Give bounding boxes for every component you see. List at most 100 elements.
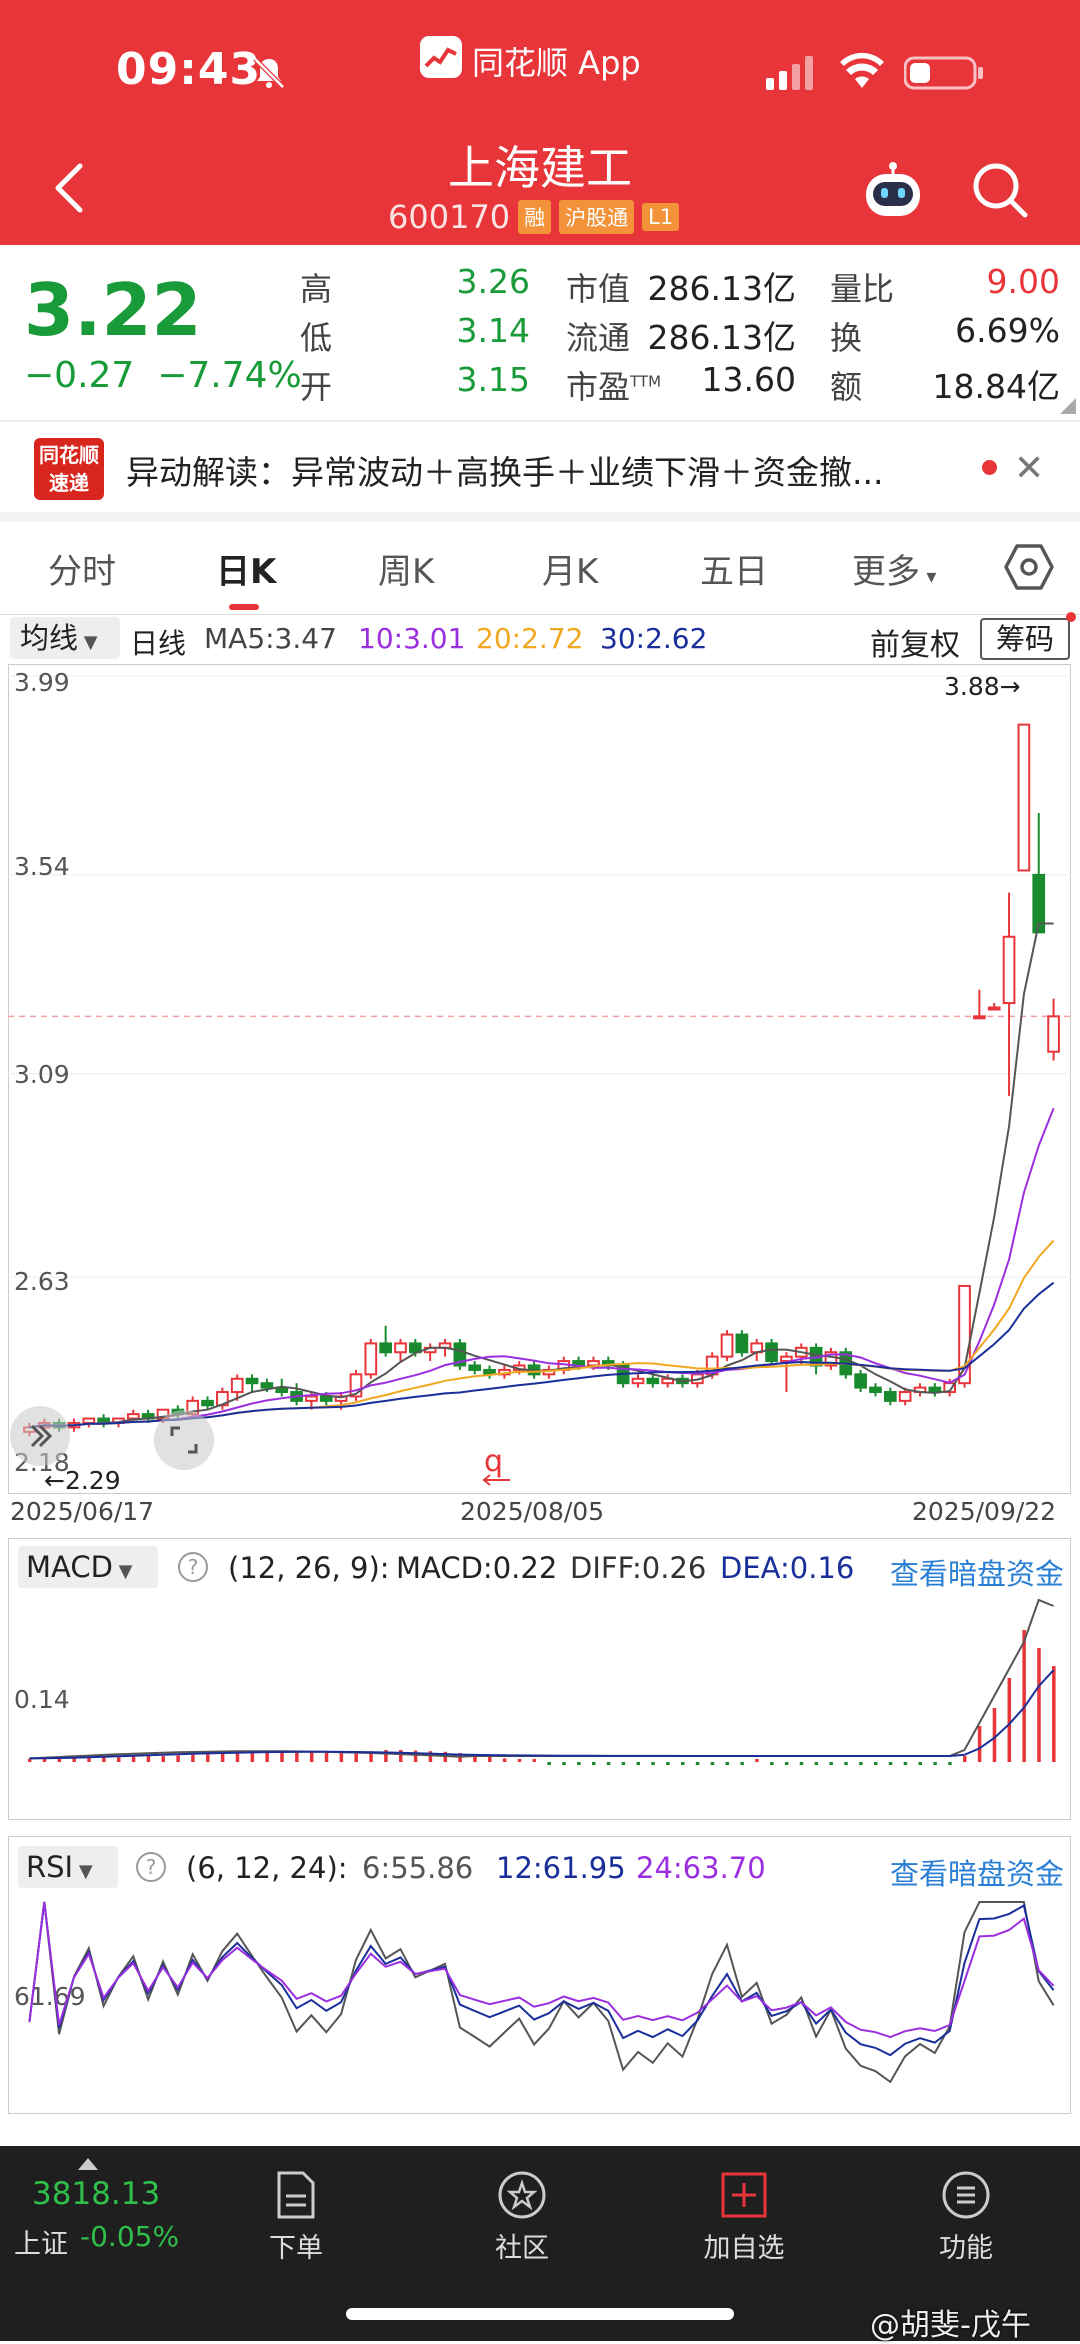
macd-params: (12, 26, 9): xyxy=(228,1551,390,1585)
macd-dea: DEA:0.16 xyxy=(720,1551,855,1585)
open-value: 3.15 xyxy=(456,360,530,399)
flash-news-logo: 同花顺 速递 xyxy=(34,438,104,500)
candle-body xyxy=(1002,935,1016,1005)
macd-bar xyxy=(532,1759,537,1762)
tab-more[interactable]: 更多 ▾ xyxy=(852,544,936,593)
active-tab-indicator xyxy=(229,604,259,610)
macd-bar xyxy=(992,1708,997,1762)
turnover-label: 换 xyxy=(830,319,863,357)
kline-chart[interactable] xyxy=(8,664,1071,1494)
search-icon[interactable] xyxy=(970,160,1030,220)
macd-bar xyxy=(770,1762,774,1765)
app-name[interactable]: 同花顺 App xyxy=(472,38,641,84)
macd-bar xyxy=(725,1762,730,1765)
rsi-selector[interactable]: RSI ▼ xyxy=(18,1846,118,1888)
macd-chart xyxy=(27,1598,1056,1765)
candle-body xyxy=(854,1373,867,1389)
candle-body xyxy=(898,1391,912,1402)
macd-bar xyxy=(324,1753,329,1762)
macd-bar xyxy=(1007,1678,1012,1762)
index-pct: -0.05% xyxy=(80,2220,180,2253)
open-label: 开 xyxy=(300,368,333,406)
tab-five-day[interactable]: 五日 xyxy=(700,544,768,593)
battery-icon xyxy=(904,56,983,90)
anomaly-interpretation[interactable]: 异动解读：异常波动＋高换手＋业绩下滑＋资金撤... xyxy=(126,446,883,494)
macd-bar xyxy=(339,1753,344,1762)
candle-body xyxy=(1017,723,1031,872)
robot-assistant-icon[interactable] xyxy=(860,160,926,220)
tab-monthly-k[interactable]: 月K xyxy=(542,544,598,593)
up-arrow-icon xyxy=(78,2158,98,2170)
header-bar: 09:43 同花顺 App 上海建工 600170 融 沪股通 L1 xyxy=(0,0,1080,245)
settings-icon[interactable] xyxy=(1004,542,1054,592)
chips-button[interactable]: 筹码 xyxy=(980,618,1070,660)
expand-corner-icon[interactable] xyxy=(1060,398,1076,414)
ma20-label: 20:2.72 xyxy=(476,622,584,655)
macd-value: MACD:0.22 xyxy=(396,1551,558,1585)
nav-functions[interactable]: 功能 xyxy=(906,2170,1026,2265)
macd-bar xyxy=(191,1754,195,1762)
adjust-mode[interactable]: 前复权 xyxy=(870,620,960,664)
menu-circle-icon xyxy=(942,2171,990,2219)
macd-bar xyxy=(621,1762,626,1765)
rsi6-value: 6:55.86 xyxy=(362,1851,474,1885)
candle-body xyxy=(319,1395,333,1402)
ma5-line xyxy=(29,922,1054,1429)
home-indicator[interactable] xyxy=(346,2308,734,2320)
x-tick-end: 2025/09/22 xyxy=(912,1497,1057,1526)
divider xyxy=(0,614,1080,615)
high-label: 高 xyxy=(300,270,333,308)
nav-community[interactable]: 社区 xyxy=(462,2170,582,2265)
macd-bar xyxy=(903,1762,908,1765)
community-icon xyxy=(498,2171,546,2219)
ma30-label: 30:2.62 xyxy=(600,622,708,655)
macd-bar xyxy=(799,1762,804,1765)
candle-body xyxy=(631,1377,645,1385)
tab-daily-k[interactable]: 日K xyxy=(216,544,276,593)
macd-bar xyxy=(755,1759,759,1762)
candle-body xyxy=(305,1395,318,1402)
dark-pool-link[interactable]: 查看暗盘资金 xyxy=(890,1851,1064,1893)
unread-dot xyxy=(982,460,997,475)
macd-bar xyxy=(161,1756,166,1762)
nav-order[interactable]: 下单 xyxy=(236,2170,356,2265)
index-value[interactable]: 3818.13 xyxy=(32,2176,160,2212)
help-icon[interactable]: ? xyxy=(178,1552,208,1582)
rsi-params: (6, 12, 24): xyxy=(186,1851,348,1885)
dark-pool-link[interactable]: 查看暗盘资金 xyxy=(890,1551,1064,1593)
y-tick-3: 3.09 xyxy=(14,1060,70,1089)
close-icon[interactable]: ✕ xyxy=(1014,448,1044,489)
candle-body xyxy=(468,1364,482,1371)
notify-dot xyxy=(1066,612,1076,622)
candle-body xyxy=(230,1377,244,1394)
candle-body xyxy=(720,1333,734,1358)
macd-bar xyxy=(651,1762,655,1765)
candle-body xyxy=(987,1006,1001,1011)
status-time: 09:43 xyxy=(116,44,262,95)
fullscreen-button[interactable] xyxy=(154,1410,214,1470)
macd-bar xyxy=(354,1752,358,1762)
candle-body xyxy=(928,1386,942,1394)
min-price-label: ←2.29 xyxy=(44,1466,121,1495)
candle-body xyxy=(780,1355,793,1363)
rsi-chart xyxy=(28,1901,1055,2084)
macd-bar xyxy=(814,1762,819,1765)
macd-diff: DIFF:0.26 xyxy=(570,1551,707,1585)
help-icon[interactable]: ? xyxy=(136,1852,166,1882)
document-icon xyxy=(277,2171,315,2219)
bell-muted-icon xyxy=(253,57,285,89)
macd-bar xyxy=(206,1754,210,1762)
macd-selector[interactable]: MACD ▼ xyxy=(18,1546,158,1588)
scroll-left-button[interactable] xyxy=(10,1406,70,1466)
macd-bar xyxy=(591,1762,596,1765)
marker-arrow-icon xyxy=(482,1474,510,1486)
pe-ttm-sup: TTM xyxy=(630,372,662,391)
macd-bar xyxy=(116,1757,121,1762)
ma-selector[interactable]: 均线 ▼ xyxy=(10,617,120,659)
high-value: 3.26 xyxy=(456,262,530,301)
macd-bar xyxy=(859,1762,863,1765)
macd-bar xyxy=(502,1758,507,1762)
tab-intraday[interactable]: 分时 xyxy=(48,544,116,593)
tab-weekly-k[interactable]: 周K xyxy=(378,544,434,593)
nav-add-watchlist[interactable]: 加自选 xyxy=(684,2170,804,2265)
